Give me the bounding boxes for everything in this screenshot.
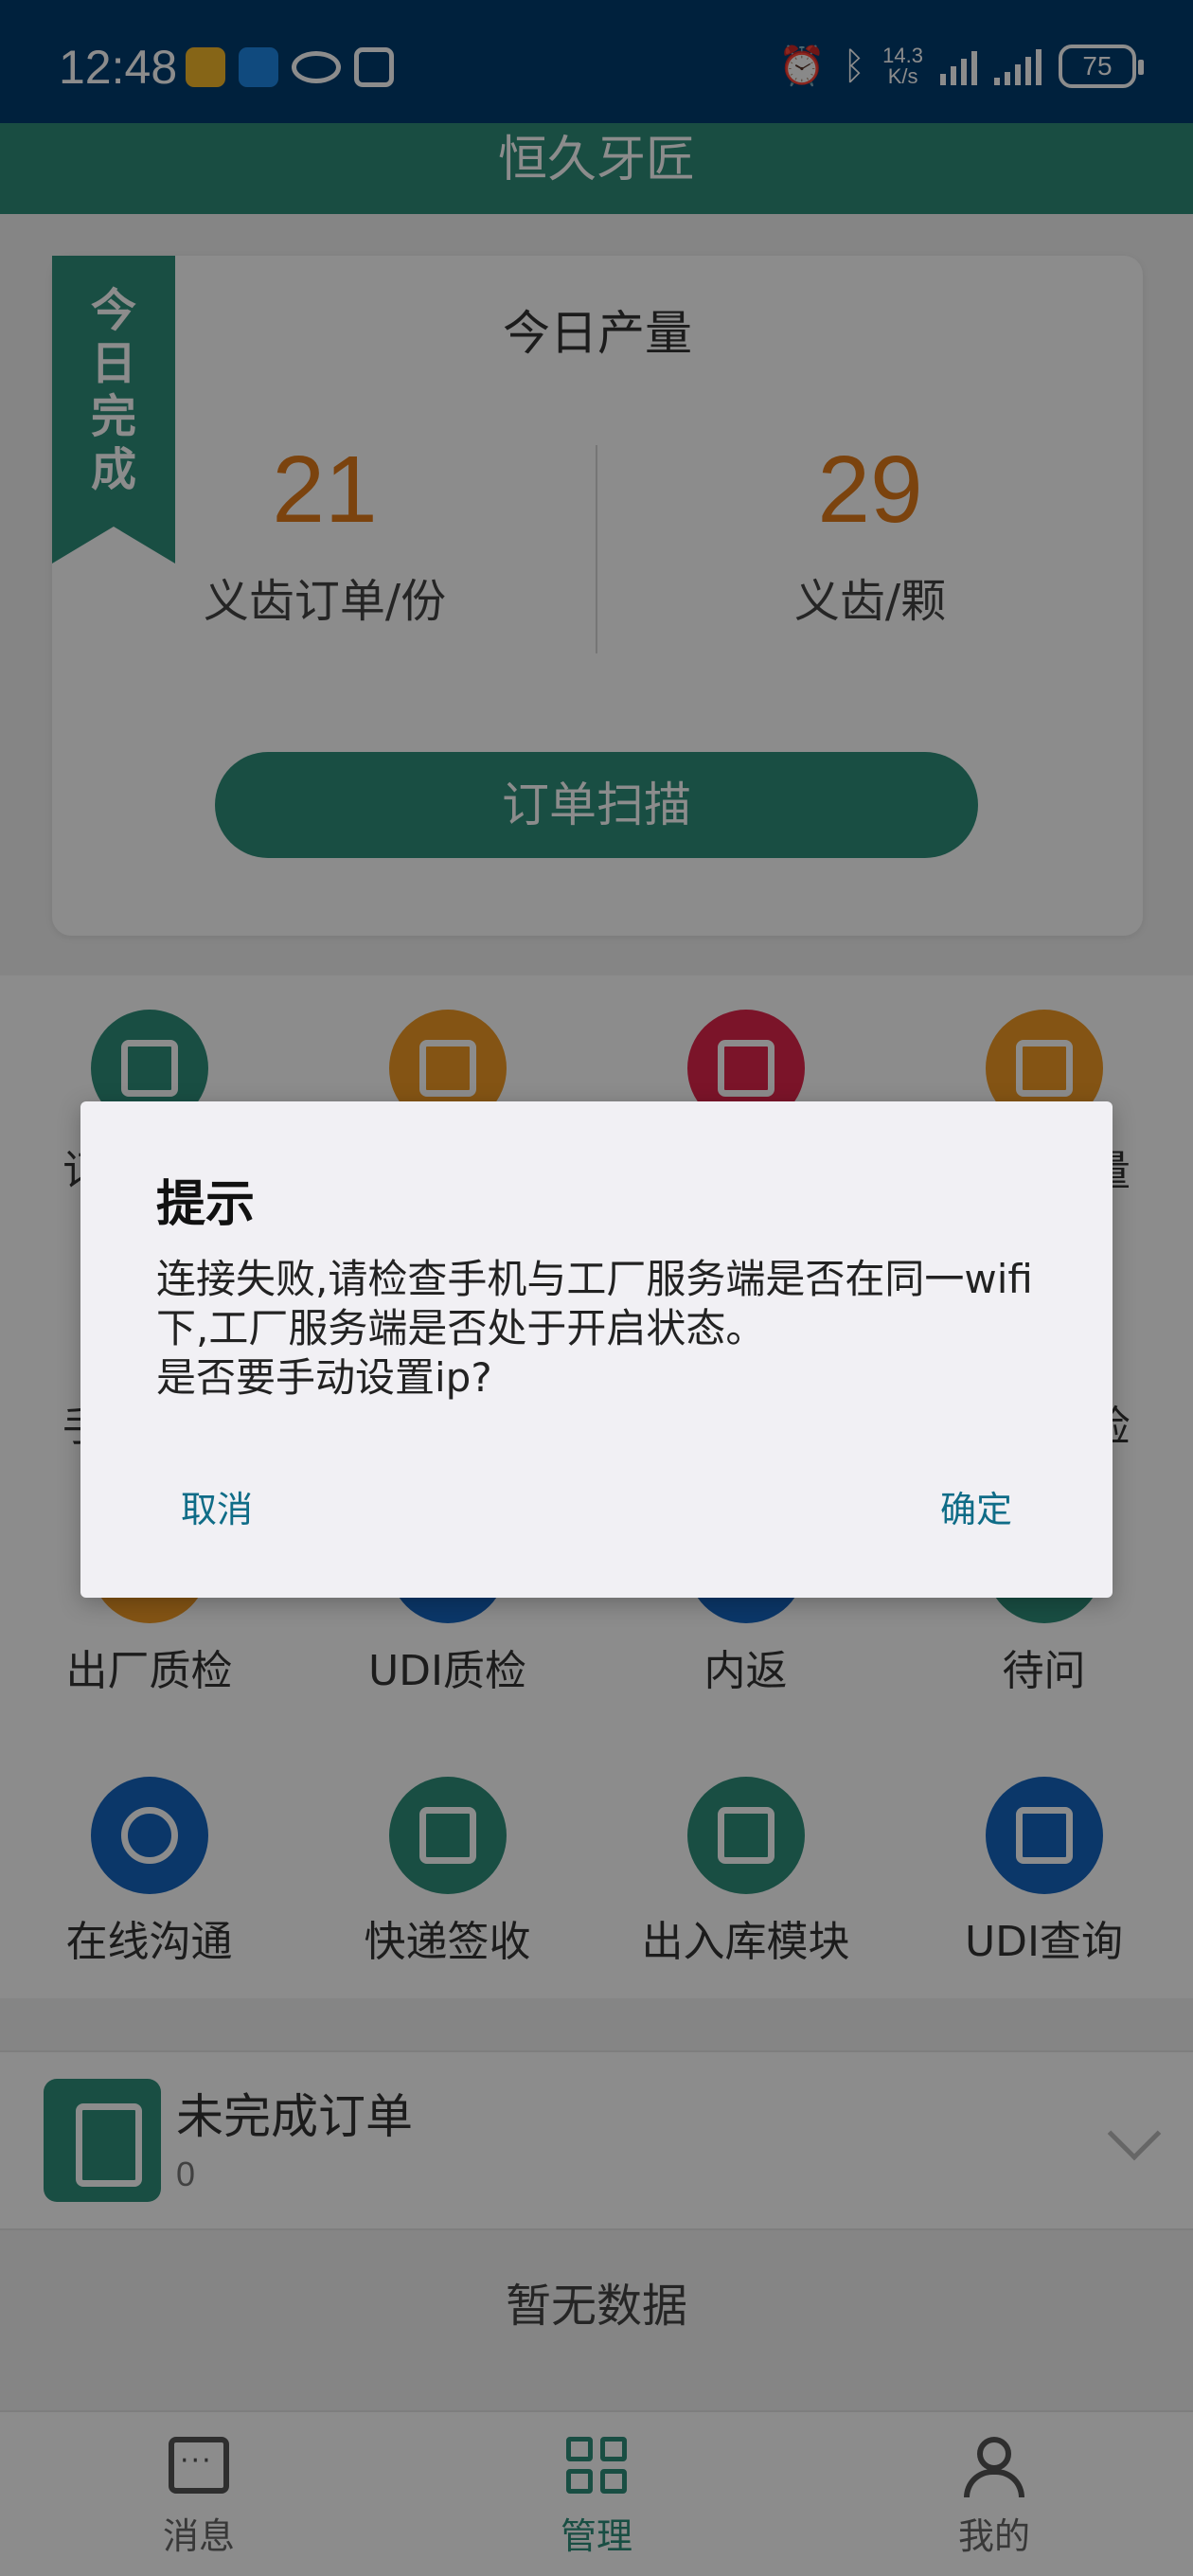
cancel-button[interactable]: 取消 bbox=[162, 1471, 272, 1542]
confirm-button[interactable]: 确定 bbox=[921, 1471, 1031, 1542]
dialog-title: 提示 bbox=[156, 1176, 256, 1233]
dialog-message: 连接失败,请检查手机与工厂服务端是否在同一wifi下,工厂服务端是否处于开启状态… bbox=[156, 1256, 1033, 1401]
alert-dialog: 提示 连接失败,请检查手机与工厂服务端是否在同一wifi下,工厂服务端是否处于开… bbox=[80, 1101, 1113, 1598]
